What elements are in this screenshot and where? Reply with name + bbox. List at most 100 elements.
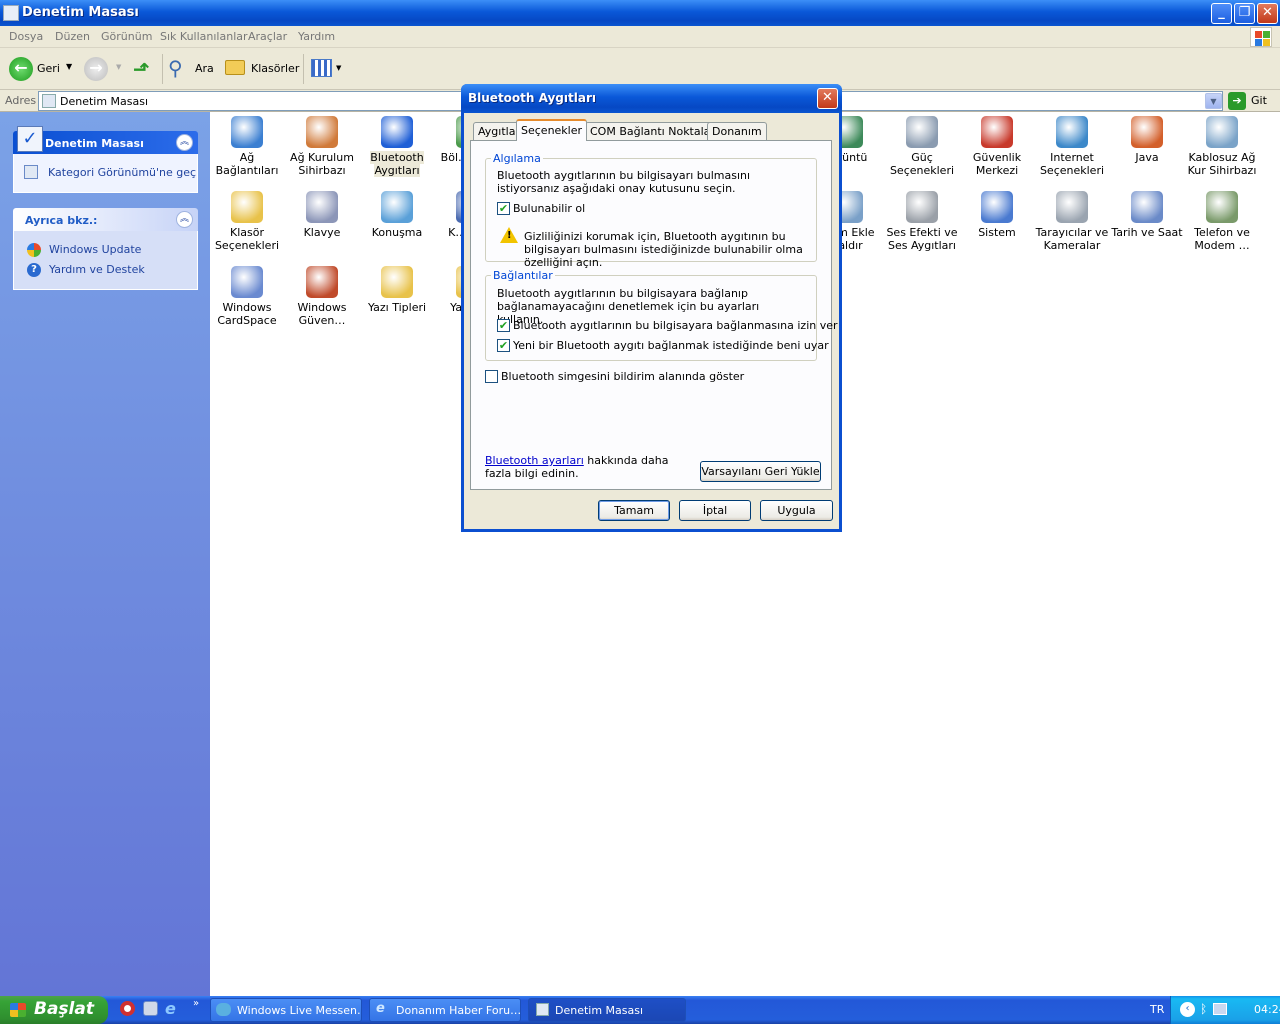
- clock[interactable]: 04:24: [1254, 1003, 1280, 1016]
- go-arrow-icon: ➔: [1228, 92, 1246, 110]
- control-panel-item[interactable]: Ağ Kurulum Sihirbazı: [284, 116, 360, 177]
- control-panel-item[interactable]: Kablosuz Ağ Kur Sihirbazı: [1184, 116, 1260, 177]
- menu-tools[interactable]: Araçlar: [248, 30, 287, 43]
- collapse-icon[interactable]: ︽: [176, 211, 193, 228]
- control-panel-item[interactable]: Windows CardSpace: [209, 266, 285, 327]
- folders-button[interactable]: Klasörler: [224, 56, 300, 82]
- bluetooth-tray-icon[interactable]: ᛒ: [1200, 1002, 1207, 1016]
- help-support-link[interactable]: Yardım ve Destek: [49, 263, 145, 276]
- discoverable-checkbox[interactable]: ✔: [497, 202, 510, 215]
- item-label: Klasör Seçenekleri: [214, 226, 280, 252]
- go-button[interactable]: ➔ Git: [1228, 92, 1276, 110]
- network-globe-icon: [231, 116, 263, 148]
- menu-help[interactable]: Yardım: [298, 30, 335, 43]
- see-also-header[interactable]: Ayrıca bkz.: ︽: [13, 208, 198, 231]
- maximize-button[interactable]: ❐: [1234, 3, 1255, 24]
- control-panel-item[interactable]: Sistem: [959, 191, 1035, 239]
- show-tray-icon-checkbox[interactable]: [485, 370, 498, 383]
- bluetooth-settings-link[interactable]: Bluetooth ayarları: [485, 454, 584, 467]
- control-panel-item[interactable]: Ağ Bağlantıları: [209, 116, 285, 177]
- control-panel-item[interactable]: Telefon ve Modem …: [1184, 191, 1260, 252]
- quicklaunch-ie-icon[interactable]: e: [165, 999, 176, 1018]
- toolbar-separator: [303, 54, 304, 84]
- allow-connect-checkbox[interactable]: ✔: [497, 319, 510, 332]
- up-folder-button[interactable]: ⬏: [133, 57, 155, 81]
- menu-bar: Dosya Düzen Görünüm Sık Kullanılanlar Ar…: [0, 26, 1280, 48]
- tray-expand-icon[interactable]: ‹: [1180, 1002, 1195, 1017]
- restore-defaults-button[interactable]: Varsayılanı Geri Yükle: [700, 461, 821, 482]
- control-panel-item[interactable]: Internet Seçenekleri: [1034, 116, 1110, 177]
- control-panel-item[interactable]: Bluetooth Aygıtları: [359, 116, 435, 177]
- start-button[interactable]: Başlat: [0, 996, 108, 1024]
- menu-edit[interactable]: Düzen: [55, 30, 90, 43]
- windows-update-link[interactable]: Windows Update: [49, 243, 141, 256]
- control-panel-item[interactable]: Güvenlik Merkezi: [959, 116, 1035, 177]
- item-label: Ağ Kurulum Sihirbazı: [290, 151, 354, 177]
- collapse-icon[interactable]: ︽: [176, 134, 193, 151]
- go-label: Git: [1251, 94, 1267, 107]
- windows-logo-icon: [1250, 27, 1272, 47]
- forward-button[interactable]: →: [84, 57, 108, 81]
- window-title: Denetim Masası: [22, 5, 139, 20]
- control-panel-item[interactable]: Klasör Seçenekleri: [209, 191, 285, 252]
- control-panel-item[interactable]: Java: [1109, 116, 1185, 164]
- dialog-title-bar[interactable]: Bluetooth Aygıtları ✕: [461, 84, 842, 113]
- bluetooth-icon: [381, 116, 413, 148]
- category-view-link[interactable]: Kategori Görünümü'ne geç: [48, 166, 196, 179]
- item-label: Telefon ve Modem …: [1194, 226, 1250, 252]
- tab-options[interactable]: Seçenekler: [516, 119, 588, 141]
- task-control-panel[interactable]: Denetim Masası: [528, 998, 686, 1022]
- control-panel-item[interactable]: Windows Güven…: [284, 266, 360, 327]
- menu-favorites[interactable]: Sık Kullanılanlar: [160, 30, 248, 43]
- windows-update-icon: [27, 243, 41, 257]
- control-panel-item[interactable]: Tarih ve Saat: [1109, 191, 1185, 239]
- quicklaunch-more-icon[interactable]: »: [193, 998, 199, 1009]
- control-panel-item[interactable]: Yazı Tipleri: [359, 266, 435, 314]
- quicklaunch-desktop-icon[interactable]: [143, 1001, 158, 1016]
- search-button[interactable]: ⚲ Ara: [168, 56, 218, 82]
- close-button[interactable]: ✕: [1257, 3, 1278, 24]
- chevron-down-icon: ▼: [116, 63, 122, 71]
- control-panel-item[interactable]: Konuşma: [359, 191, 435, 239]
- tab-com-ports[interactable]: COM Bağlantı Noktaları: [585, 122, 723, 140]
- minimize-button[interactable]: _: [1211, 3, 1232, 24]
- item-label: Ağ Bağlantıları: [215, 151, 279, 177]
- task-messenger[interactable]: Windows Live Messen…: [210, 998, 362, 1022]
- back-button[interactable]: ← Geri ▼: [8, 56, 78, 82]
- views-icon: [311, 59, 332, 77]
- system-icon: [981, 191, 1013, 223]
- item-label: Güç Seçenekleri: [889, 151, 955, 177]
- windows-flag-icon: [10, 1003, 26, 1017]
- window-title-bar[interactable]: Denetim Masası _ ❐ ✕: [0, 0, 1280, 26]
- address-dropdown-button[interactable]: ▼: [1205, 93, 1222, 109]
- control-panel-item[interactable]: Tarayıcılar ve Kameralar: [1034, 191, 1110, 252]
- ok-button[interactable]: Tamam: [598, 500, 670, 521]
- alert-new-device-checkbox[interactable]: ✔: [497, 339, 510, 352]
- task-box-header[interactable]: ✓ Denetim Masası ︽: [13, 126, 198, 154]
- item-label: Konuşma: [371, 226, 423, 239]
- menu-file[interactable]: Dosya: [9, 30, 43, 43]
- toolbar-separator: [162, 54, 163, 84]
- control-panel-item[interactable]: Ses Efekti ve Ses Aygıtları: [884, 191, 960, 252]
- dialog-close-button[interactable]: ✕: [817, 88, 838, 109]
- internet-globe-icon: [1056, 116, 1088, 148]
- folder-options-icon: [231, 191, 263, 223]
- item-label: Sistem: [978, 226, 1016, 239]
- tab-hardware[interactable]: Donanım: [707, 122, 767, 140]
- allow-connect-label: Bluetooth aygıtlarının bu bilgisayara ba…: [513, 319, 838, 332]
- see-also-title: Ayrıca bkz.:: [25, 214, 98, 227]
- cancel-button[interactable]: İptal: [679, 500, 751, 521]
- views-button[interactable]: ▼: [310, 57, 344, 81]
- control-panel-item[interactable]: Güç Seçenekleri: [884, 116, 960, 177]
- task-browser[interactable]: Donanım Haber Foru…: [369, 998, 521, 1022]
- menu-view[interactable]: Görünüm: [101, 30, 152, 43]
- quicklaunch-opera-icon[interactable]: [120, 1001, 135, 1016]
- discovery-text: Bluetooth aygıtlarının bu bilgisayarı bu…: [497, 169, 751, 195]
- apply-button[interactable]: Uygula: [760, 500, 833, 521]
- control-panel-item[interactable]: Klavye: [284, 191, 360, 239]
- language-indicator[interactable]: TR: [1150, 1003, 1164, 1016]
- firewall-icon: [306, 266, 338, 298]
- network-tray-icon[interactable]: [1213, 1003, 1227, 1015]
- warning-mark: !: [507, 230, 512, 241]
- clock-icon: [1131, 191, 1163, 223]
